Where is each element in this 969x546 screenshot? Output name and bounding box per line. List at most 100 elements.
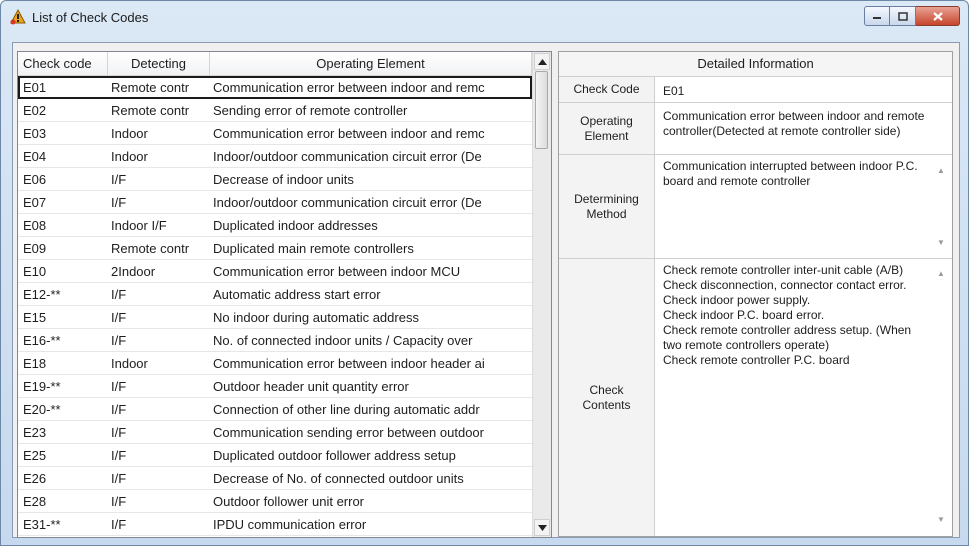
table-row[interactable]: E02 Remote contr Sending error of remote c…: [18, 99, 532, 122]
determining-method-value[interactable]: Communication interrupted between indoor…: [655, 155, 952, 259]
detail-header: Detailed Information: [559, 52, 952, 77]
detecting-cell: Indoor: [111, 126, 148, 141]
detecting-cell: Remote contr: [111, 241, 190, 256]
check-code-cell: E23: [23, 425, 47, 440]
check-code-cell: E09: [23, 241, 47, 256]
check-scroll-down-icon[interactable]: ▼: [937, 515, 949, 524]
table-row[interactable]: E26 I/F Decrease of No. of connected outdo…: [18, 467, 532, 490]
arrow-down-icon: [537, 524, 547, 531]
table-row[interactable]: E15 I/F No indoor during automatic address: [18, 306, 532, 329]
check-codes-window: List of Check Codes Check code Detecting…: [0, 0, 969, 546]
column-header-detecting[interactable]: Detecting: [108, 52, 210, 75]
detecting-cell: I/F: [111, 471, 127, 486]
detecting-cell: I/F: [111, 402, 127, 417]
table-row[interactable]: E04 Indoor Indoor/outdoor communication ci…: [18, 145, 532, 168]
operating-element-value: Communication error between indoor and r…: [655, 103, 952, 155]
check-code-cell: E28: [23, 494, 47, 509]
check-code-cell: E31-**: [23, 517, 61, 532]
table-row[interactable]: E20-** I/F Connection of other line during…: [18, 398, 532, 421]
check-code-cell: E19-**: [23, 379, 61, 394]
table-row[interactable]: E03 Indoor Communication error between ind…: [18, 122, 532, 145]
minimize-icon: [873, 17, 881, 19]
check-code-cell: E03: [23, 126, 47, 141]
close-button[interactable]: [916, 6, 960, 26]
operating-element-cell: Automatic address start error: [213, 287, 381, 302]
table-row[interactable]: E08 Indoor I/F Duplicated indoor addresses: [18, 214, 532, 237]
operating-element-cell: No indoor during automatic address: [213, 310, 419, 325]
operating-element-cell: Communication error between indoor and r…: [213, 80, 485, 95]
table-row[interactable]: E25 I/F Duplicated outdoor follower addres…: [18, 444, 532, 467]
operating-element-cell: Duplicated outdoor follower address setu…: [213, 448, 456, 463]
detecting-cell: I/F: [111, 333, 127, 348]
check-code-cell: E08: [23, 218, 47, 233]
operating-element-cell: Communication sending error between outd…: [213, 425, 484, 440]
table-row[interactable]: E23 I/F Communication sending error betwee…: [18, 421, 532, 444]
check-code-cell: E12-**: [23, 287, 61, 302]
check-code-cell: E01: [23, 80, 47, 95]
check-code-value: E01: [655, 77, 952, 103]
determining-scroll-down-icon[interactable]: ▼: [937, 238, 949, 247]
check-scroll-up-icon[interactable]: ▲: [937, 269, 949, 278]
column-header-operating-element[interactable]: Operating Element: [210, 52, 532, 75]
check-code-cell: E10: [23, 264, 47, 279]
table-row[interactable]: E19-** I/F Outdoor header unit quantity er…: [18, 375, 532, 398]
column-header-check-code[interactable]: Check code: [18, 52, 108, 75]
scroll-thumb[interactable]: [535, 71, 548, 149]
table-row[interactable]: E12-** I/F Automatic address start error: [18, 283, 532, 306]
table-row[interactable]: E18 Indoor Communication error between ind…: [18, 352, 532, 375]
detecting-cell: I/F: [111, 172, 127, 187]
detecting-cell: I/F: [111, 425, 127, 440]
minimize-button[interactable]: [864, 6, 890, 26]
operating-element-cell: Indoor/outdoor communication circuit err…: [213, 149, 482, 164]
detecting-cell: I/F: [111, 517, 127, 532]
table-row[interactable]: E31-** I/F IPDU communication error: [18, 513, 532, 536]
operating-element-cell: IPDU communication error: [213, 517, 367, 532]
detecting-cell: Indoor I/F: [111, 218, 167, 233]
detail-panel: Detailed Information Check Code E01 Oper…: [558, 51, 953, 537]
list-rows: E01 Remote contr Communication error betwe…: [18, 76, 532, 536]
operating-element-cell: Duplicated main remote controllers: [213, 241, 414, 256]
table-row[interactable]: E01 Remote contr Communication error betwe…: [18, 76, 532, 99]
check-contents-label: Check Contents: [559, 259, 655, 536]
check-code-cell: E04: [23, 149, 47, 164]
warning-cone-icon: [10, 9, 26, 25]
check-code-cell: E15: [23, 310, 47, 325]
scroll-up-button[interactable]: [534, 53, 550, 70]
detecting-cell: I/F: [111, 379, 127, 394]
close-icon: [932, 11, 943, 21]
maximize-icon: [897, 11, 908, 21]
table-row[interactable]: E06 I/F Decrease of indoor units: [18, 168, 532, 191]
check-code-cell: E18: [23, 356, 47, 371]
operating-element-label: Operating Element: [559, 103, 655, 155]
check-contents-value[interactable]: Check remote controller inter-unit cable…: [655, 259, 952, 536]
operating-element-cell: Outdoor follower unit error: [213, 494, 365, 509]
operating-element-cell: Communication error between indoor MCU: [213, 264, 461, 279]
operating-element-cell: Communication error between indoor and r…: [213, 126, 485, 141]
list-scrollbar[interactable]: [532, 52, 551, 537]
title-bar[interactable]: List of Check Codes: [1, 1, 968, 35]
operating-element-cell: No. of connected indoor units / Capacity…: [213, 333, 473, 348]
check-code-cell: E26: [23, 471, 47, 486]
table-row[interactable]: E10 2Indoor Communication error between in…: [18, 260, 532, 283]
detecting-cell: I/F: [111, 310, 127, 325]
table-row[interactable]: E28 I/F Outdoor follower unit error: [18, 490, 532, 513]
operating-element-cell: Decrease of indoor units: [213, 172, 354, 187]
operating-element-cell: Connection of other line during automati…: [213, 402, 480, 417]
determining-scroll-up-icon[interactable]: ▲: [937, 166, 949, 175]
operating-element-cell: Indoor/outdoor communication circuit err…: [213, 195, 482, 210]
check-code-list[interactable]: Check code Detecting Operating Element E…: [17, 51, 552, 538]
detecting-cell: I/F: [111, 287, 127, 302]
operating-element-cell: Outdoor header unit quantity error: [213, 379, 409, 394]
determining-method-label: Determining Method: [559, 155, 655, 259]
check-code-cell: E20-**: [23, 402, 61, 417]
scroll-down-button[interactable]: [534, 519, 550, 536]
table-row[interactable]: E16-** I/F No. of connected indoor units /…: [18, 329, 532, 352]
operating-element-cell: Sending error of remote controller: [213, 103, 408, 118]
maximize-button[interactable]: [890, 6, 916, 26]
arrow-up-icon: [537, 58, 547, 65]
table-row[interactable]: E07 I/F Indoor/outdoor communication circu…: [18, 191, 532, 214]
window-title: List of Check Codes: [32, 10, 149, 25]
check-code-cell: E07: [23, 195, 47, 210]
table-row[interactable]: E09 Remote contr Duplicated main remote co…: [18, 237, 532, 260]
check-code-cell: E25: [23, 448, 47, 463]
